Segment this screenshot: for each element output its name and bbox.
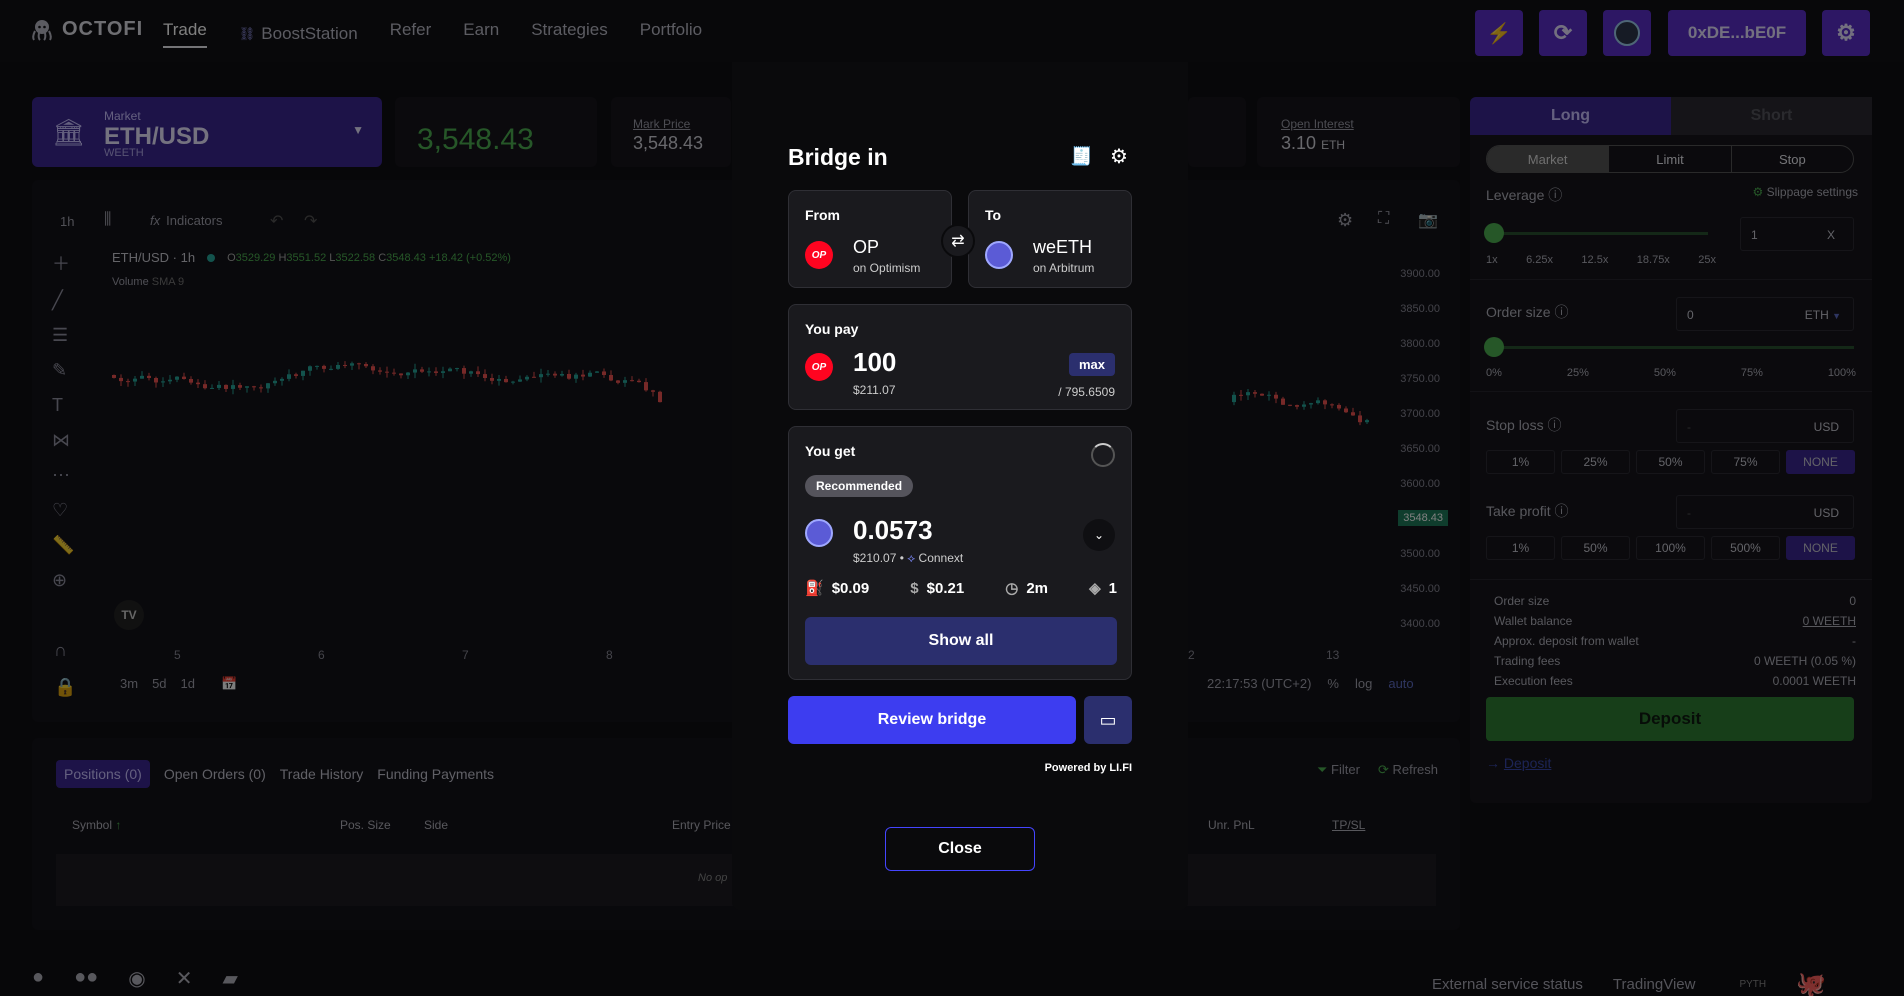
to-chain: on Arbitrum	[1033, 261, 1094, 275]
pay-amount-input[interactable]: 100	[853, 347, 896, 378]
get-provider: Connext	[919, 551, 964, 565]
fee-value: $0.21	[927, 580, 965, 597]
wallet-icon: ▭	[1099, 710, 1116, 731]
dollar-coin-icon: $	[910, 580, 918, 597]
swap-arrows-icon: ⇄	[951, 231, 964, 251]
wallet-button[interactable]: ▭	[1084, 696, 1132, 744]
from-token: OP	[853, 237, 879, 258]
gear-icon[interactable]: ⚙	[1110, 144, 1128, 169]
you-pay-card: You pay OP 100 $211.07 max / 795.6509	[788, 304, 1132, 410]
layers-icon: ◈	[1089, 579, 1101, 597]
pay-usd: $211.07	[853, 383, 896, 397]
from-label: From	[805, 207, 840, 223]
duration: ◷ 2m	[1005, 579, 1048, 597]
get-label: You get	[805, 443, 855, 459]
recommended-badge: Recommended	[805, 475, 913, 497]
receipt-icon[interactable]: 🧾	[1070, 146, 1092, 167]
chevron-down-icon: ⌄	[1094, 528, 1104, 542]
pay-balance: / 795.6509	[1058, 385, 1115, 399]
show-all-button[interactable]: Show all	[805, 617, 1117, 665]
to-token: weETH	[1033, 237, 1092, 258]
duration-value: 2m	[1026, 580, 1048, 597]
get-amount: 0.0573	[853, 515, 933, 546]
lifi-link[interactable]: LI.FI	[1109, 762, 1132, 774]
get-usd: $210.07	[853, 551, 896, 565]
steps-value: 1	[1109, 580, 1117, 597]
connext-icon: ⟡	[907, 551, 915, 565]
op-token-icon: OP	[805, 241, 833, 269]
powered-label: Powered by	[1045, 762, 1107, 774]
to-label: To	[985, 207, 1001, 223]
loading-spinner-icon	[1091, 443, 1115, 467]
gas-cost: ⛽ $0.09	[805, 579, 869, 597]
from-chain: on Optimism	[853, 261, 920, 275]
close-button[interactable]: Close	[885, 827, 1035, 871]
get-usd-row: $210.07 • ⟡ Connext	[853, 551, 963, 566]
route-metrics: ⛽ $0.09 $ $0.21 ◷ 2m ◈ 1	[805, 579, 1117, 597]
clock-icon: ◷	[1005, 579, 1018, 597]
weeth-token-icon	[805, 519, 833, 547]
to-card[interactable]: To weETH on Arbitrum	[968, 190, 1132, 288]
expand-route-button[interactable]: ⌄	[1083, 519, 1115, 551]
review-bridge-button[interactable]: Review bridge	[788, 696, 1076, 744]
gas-value: $0.09	[832, 580, 870, 597]
pay-label: You pay	[805, 321, 858, 337]
gas-pump-icon: ⛽	[805, 579, 824, 597]
fee-cost: $ $0.21	[910, 579, 964, 597]
weeth-token-icon	[985, 241, 1013, 269]
modal-title: Bridge in	[788, 144, 888, 171]
op-token-icon: OP	[805, 353, 833, 381]
steps: ◈ 1	[1089, 579, 1117, 597]
powered-by: Powered by LI.FI	[1045, 762, 1132, 774]
bridge-modal: Bridge in 🧾 ⚙ From OP OP on Optimism ⇄ T…	[732, 62, 1188, 910]
swap-direction-button[interactable]: ⇄	[941, 224, 975, 258]
max-button[interactable]: max	[1069, 353, 1115, 376]
you-get-card: You get Recommended 0.0573 $210.07 • ⟡ C…	[788, 426, 1132, 680]
from-card[interactable]: From OP OP on Optimism	[788, 190, 952, 288]
